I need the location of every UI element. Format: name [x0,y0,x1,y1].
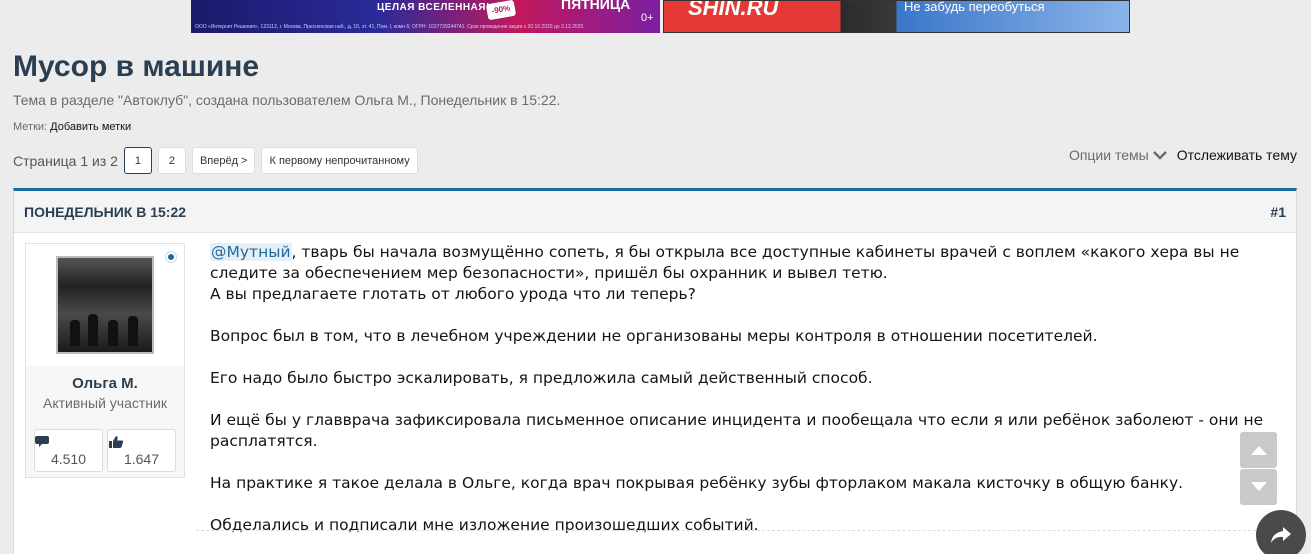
first-unread-button[interactable]: К первому непрочитанному [261,147,418,174]
ad-banner-right[interactable]: SHIN.RU Не забудь переобуться [663,0,1130,33]
next-page-button[interactable]: Вперёд > [191,147,256,174]
user-card: Ольга М. Активный участник 4.510 1.647 [25,243,185,478]
scroll-up-button[interactable] [1240,432,1277,468]
ad-left-fineprint: ООО «Интернет Решения», 123112, г. Москв… [195,24,585,30]
scroll-down-button[interactable] [1240,469,1277,505]
post-body: @Мутный, тварь бы начала возмущённо сопе… [210,242,1290,554]
post-paragraph: На практике я такое делала в Ольге, когд… [210,474,1184,492]
user-role: Активный участник [43,395,167,411]
post-paragraph: @Мутный, тварь бы начала возмущённо сопе… [210,242,1290,284]
user-name-link[interactable]: Ольга М. [26,375,184,392]
comments-icon [35,436,49,447]
add-tags-link[interactable]: Добавить метки [50,121,131,133]
caret-down-icon [1250,482,1267,491]
post-paragraph: Вопрос был в том, что в лечебном учрежде… [210,327,1098,345]
page-1-button[interactable]: 1 [123,147,152,174]
post-header: ПОНЕДЕЛЬНИК В 15:22 #1 [14,191,1296,233]
tags-row: Метки: Добавить метки [13,121,131,133]
post-date[interactable]: ПОНЕДЕЛЬНИК В 15:22 [24,204,186,220]
signature-divider [196,530,1276,531]
post-paragraph: Обделались и подписали мне изложение про… [210,516,759,534]
chevron-down-icon [1152,151,1167,160]
online-status-icon [166,252,176,262]
tags-label: Метки: [13,121,48,133]
ad-left-age: 0+ [641,12,654,24]
likes-count: 1.647 [123,451,160,467]
post-paragraph: А вы предлагаете глотать от любого урода… [210,285,696,303]
messages-count: 4.510 [50,451,87,467]
thread-options-menu[interactable]: Опции темы [1069,147,1167,163]
ad-left-badge: -90% [485,0,517,21]
watch-thread-link[interactable]: Отслеживать тему [1177,147,1297,163]
ad-banners: ЦЕЛАЯ ВСЕЛЕННАЯ! -90% ПЯТНИЦА 0+ ООО «Ин… [191,0,1130,33]
post-paragraph: Его надо было быстро эскалировать, я пре… [210,369,873,387]
caret-up-icon [1250,446,1267,455]
user-mention-link[interactable]: @Мутный [210,243,292,261]
avatar-container [26,244,184,366]
ad-left-headline: ПЯТНИЦА [561,0,631,12]
post: ПОНЕДЕЛЬНИК В 15:22 #1 Ольга М. Активный… [13,188,1297,554]
ad-banner-left[interactable]: ЦЕЛАЯ ВСЕЛЕННАЯ! -90% ПЯТНИЦА 0+ ООО «Ин… [191,0,660,33]
thread-options-label: Опции темы [1068,147,1149,163]
likes-stat[interactable]: 1.647 [107,429,176,472]
thumbs-up-icon [109,436,124,448]
thread-tools: Опции темы Отслеживать тему [1069,147,1297,163]
pagination: Страница 1 из 2 1 2 Вперёд > К первому н… [13,147,418,174]
post-text: , тварь бы начала возмущённо сопеть, я б… [210,243,1240,282]
post-paragraph: И ещё бы у главврача зафиксировала письм… [210,411,1264,450]
page-title: Мусор в машине [13,50,260,83]
thread-meta: Тема в разделе "Автоклуб", создана польз… [13,92,561,108]
ad-right-text: Не забудь переобуться [904,0,1045,14]
share-button[interactable] [1256,510,1306,554]
ad-left-text: ЦЕЛАЯ ВСЕЛЕННАЯ! [377,2,490,13]
post-number-link[interactable]: #1 [1270,204,1286,220]
user-stats: 4.510 1.647 [34,429,176,472]
ad-right-brand: SHIN.RU [688,0,779,20]
avatar[interactable] [56,256,154,354]
share-arrow-icon [1271,527,1291,543]
page-2-button[interactable]: 2 [157,147,186,174]
messages-stat[interactable]: 4.510 [34,429,103,472]
page-count-label: Страница 1 из 2 [13,152,118,169]
